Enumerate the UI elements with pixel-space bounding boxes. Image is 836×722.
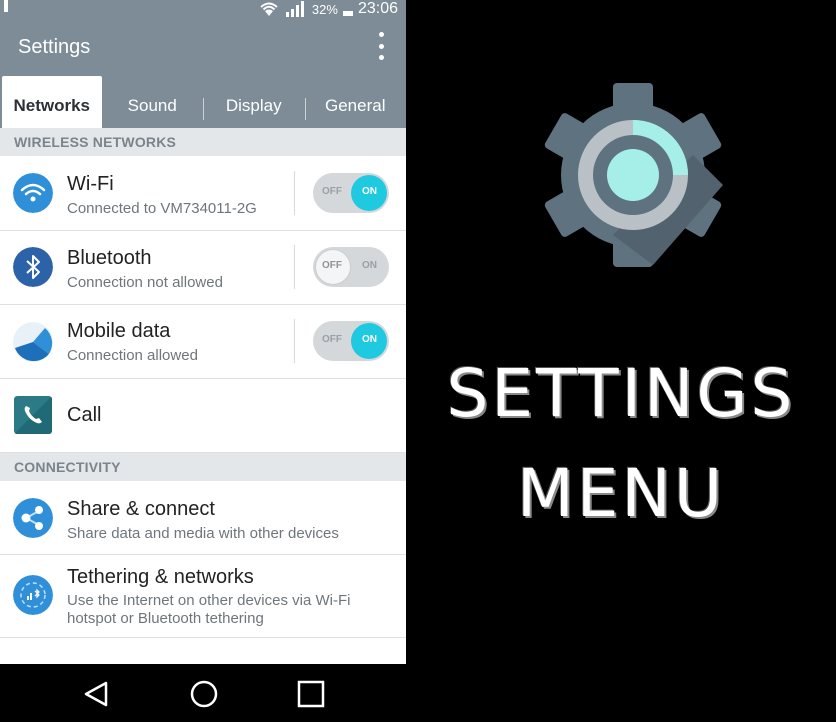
tethering-icon bbox=[13, 575, 53, 615]
mobile-data-subtitle: Connection allowed bbox=[67, 347, 198, 364]
toggle-on-label: ON bbox=[362, 260, 377, 271]
toggle-on-label: ON bbox=[362, 186, 377, 197]
list-item-wifi[interactable]: Wi-Fi Connected to VM734011-2G OFF ON bbox=[0, 156, 406, 231]
recents-icon[interactable] bbox=[297, 680, 325, 708]
bluetooth-title: Bluetooth bbox=[67, 247, 152, 269]
toggle-on-label: ON bbox=[362, 334, 377, 345]
status-bar: 32% 23:06 bbox=[0, 0, 406, 18]
tab-general[interactable]: General bbox=[304, 76, 407, 128]
divider bbox=[294, 171, 295, 215]
mobile-data-title: Mobile data bbox=[67, 320, 171, 342]
wifi-title: Wi-Fi bbox=[67, 173, 114, 195]
toggle-off-label: OFF bbox=[322, 334, 342, 345]
tab-sound[interactable]: Sound bbox=[102, 76, 204, 128]
clock: 23:06 bbox=[357, 0, 398, 17]
promo-title-line-1: SETTINGS bbox=[446, 355, 796, 432]
promo-title-line-2: MENU bbox=[516, 455, 726, 532]
mobile-data-icon bbox=[13, 322, 53, 362]
list-item-mobile-data[interactable]: Mobile data Connection allowed OFF ON bbox=[0, 305, 406, 379]
list-item-share-connect[interactable]: Share & connect Share data and media wit… bbox=[0, 481, 406, 555]
battery-percent: 32% bbox=[311, 1, 338, 17]
tab-bar: Networks Sound Display General bbox=[0, 76, 406, 128]
share-icon bbox=[13, 498, 53, 538]
wifi-signal-icon bbox=[260, 2, 278, 16]
wifi-subtitle: Connected to VM734011-2G bbox=[67, 200, 257, 217]
more-icon[interactable] bbox=[378, 32, 384, 60]
toggle-off-label: OFF bbox=[322, 260, 342, 271]
cell-signal-icon bbox=[285, 1, 304, 17]
call-icon bbox=[14, 396, 52, 434]
divider bbox=[294, 319, 295, 363]
settings-screen: 32% 23:06 Settings Networks Sound Displa… bbox=[0, 0, 406, 664]
section-header-connectivity: CONNECTIVITY bbox=[0, 453, 406, 481]
share-title: Share & connect bbox=[67, 498, 215, 520]
notification-icon bbox=[4, 0, 8, 12]
tethering-subtitle-line-2: hotspot or Bluetooth tethering bbox=[67, 610, 264, 627]
list-item-tethering[interactable]: Tethering & networks Use the Internet on… bbox=[0, 555, 406, 638]
app-bar: Settings bbox=[0, 18, 406, 76]
tab-display[interactable]: Display bbox=[203, 76, 305, 128]
bluetooth-toggle[interactable]: OFF ON bbox=[313, 247, 389, 287]
wifi-icon bbox=[13, 173, 53, 213]
navigation-bar bbox=[0, 664, 836, 722]
call-title: Call bbox=[67, 404, 102, 426]
toggle-off-label: OFF bbox=[322, 186, 342, 197]
wifi-toggle[interactable]: OFF ON bbox=[313, 173, 389, 213]
divider bbox=[294, 245, 295, 289]
gear-icon bbox=[544, 83, 723, 267]
bluetooth-icon bbox=[13, 247, 53, 287]
page-title: Settings bbox=[18, 36, 91, 58]
tethering-title: Tethering & networks bbox=[67, 566, 254, 588]
list-item-bluetooth[interactable]: Bluetooth Connection not allowed OFF ON bbox=[0, 231, 406, 305]
battery-icon bbox=[342, 2, 353, 16]
tethering-subtitle-line-1: Use the Internet on other devices via Wi… bbox=[67, 592, 351, 609]
section-header-wireless: WIRELESS NETWORKS bbox=[0, 128, 406, 156]
list-item-call[interactable]: Call bbox=[0, 379, 406, 453]
bluetooth-subtitle: Connection not allowed bbox=[67, 274, 223, 291]
mobile-data-toggle[interactable]: OFF ON bbox=[313, 321, 389, 361]
share-subtitle: Share data and media with other devices bbox=[67, 525, 339, 542]
back-icon[interactable] bbox=[82, 680, 110, 708]
home-icon[interactable] bbox=[189, 679, 219, 709]
tab-networks[interactable]: Networks bbox=[2, 76, 102, 128]
